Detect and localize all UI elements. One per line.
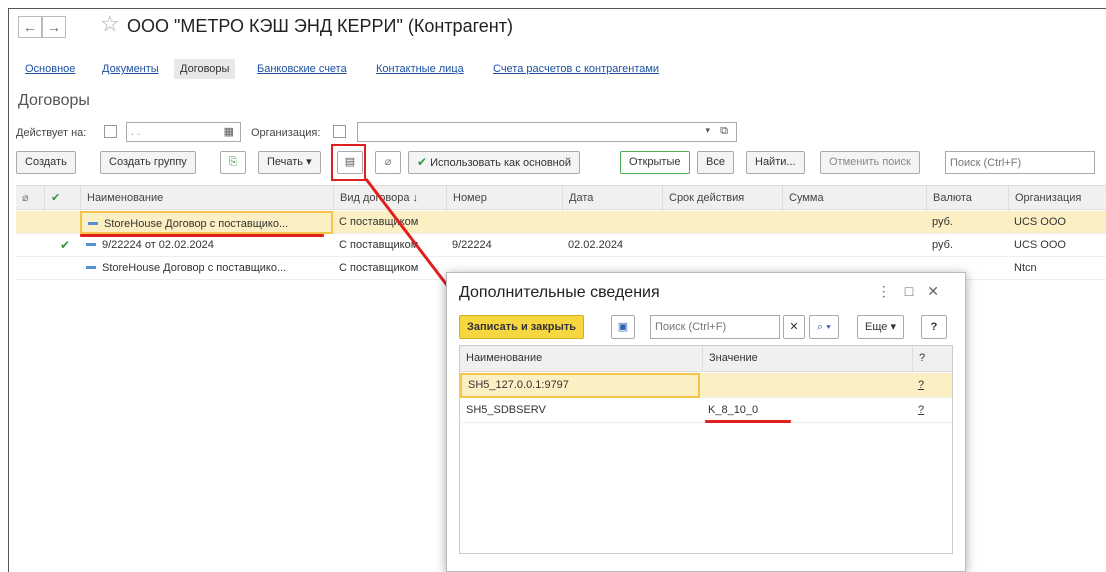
dialog-row-name: SH5_127.0.0.1:9797 xyxy=(460,373,700,398)
dialog-table-header: Наименование Значение ? xyxy=(460,346,952,372)
dialog-row[interactable]: SH5_127.0.0.1:9797 ? xyxy=(460,373,952,398)
col-organization[interactable]: Организация xyxy=(1008,186,1106,211)
dropdown-icon[interactable]: ▾ xyxy=(705,125,710,136)
create-button[interactable]: Создать xyxy=(16,151,76,174)
dialog-menu-icon[interactable]: ⋮ xyxy=(877,283,905,299)
help-button[interactable]: ? xyxy=(921,315,947,339)
dialog-row-help-link[interactable]: ? xyxy=(912,398,954,423)
row-name: 9/22224 от 02.02.2024 xyxy=(80,234,333,257)
dialog-table: Наименование Значение ? SH5_127.0.0.1:97… xyxy=(459,345,953,554)
open-filter-button[interactable]: Открытые xyxy=(620,151,690,174)
tab-bank-accounts[interactable]: Банковские счета xyxy=(257,63,347,75)
all-filter-button[interactable]: Все xyxy=(697,151,734,174)
dialog-row-help-link[interactable]: ? xyxy=(912,373,954,398)
main-check-icon: ✔ xyxy=(60,238,71,252)
contract-icon xyxy=(86,265,96,269)
col-date[interactable]: Дата xyxy=(562,186,662,211)
tab-contacts[interactable]: Контактные лица xyxy=(376,63,464,75)
row-name: StoreHouse Договор с поставщико... xyxy=(80,257,333,280)
annotation-underline xyxy=(80,234,324,237)
row-org: UCS ООО xyxy=(1014,216,1066,228)
tab-contracts[interactable]: Договоры xyxy=(174,59,236,79)
search-input[interactable] xyxy=(945,151,1095,174)
print-label: Печать xyxy=(267,156,304,168)
open-icon[interactable]: ⧉ xyxy=(720,125,728,138)
favorite-star-icon[interactable]: ☆ xyxy=(100,13,120,35)
find-button[interactable]: Найти... xyxy=(746,151,805,174)
row-name-text: StoreHouse Договор с поставщико... xyxy=(102,262,287,274)
dialog-col-value[interactable]: Значение xyxy=(702,346,912,371)
search-icon[interactable]: ⌕ ▾ xyxy=(809,315,839,339)
clear-search-icon[interactable]: ✕ xyxy=(783,315,805,339)
back-button[interactable]: ← xyxy=(18,16,42,38)
dialog-col-q: ? xyxy=(912,346,954,371)
row-currency: руб. xyxy=(932,239,953,251)
col-term[interactable]: Срок действия xyxy=(662,186,782,211)
annotation-underline-value xyxy=(705,420,791,423)
active-on-checkbox[interactable] xyxy=(104,125,117,138)
save-icon[interactable]: ▣ xyxy=(611,315,635,339)
calendar-icon[interactable]: ▦ xyxy=(224,125,234,138)
table-row[interactable]: StoreHouse Договор с поставщико... С пос… xyxy=(16,211,1106,234)
dialog-row-name: SH5_SDBSERV xyxy=(466,404,546,416)
row-name-text: 9/22224 от 02.02.2024 xyxy=(102,239,214,251)
more-button[interactable]: Еще ▾ xyxy=(857,315,904,339)
additional-info-dialog: Дополнительные сведения ⋮□✕ Записать и з… xyxy=(446,272,966,572)
row-currency: руб. xyxy=(932,216,953,228)
organization-field[interactable]: ▾ ⧉ xyxy=(357,122,737,142)
row-org: UCS ООО xyxy=(1014,239,1066,251)
dialog-title: Дополнительные сведения xyxy=(459,284,660,301)
date-field[interactable]: . . ▦ xyxy=(126,122,241,142)
maximize-icon[interactable]: □ xyxy=(905,283,927,299)
dialog-row-value[interactable] xyxy=(702,373,912,398)
attachment-icon[interactable]: ⌀ xyxy=(375,151,401,174)
more-label: Еще xyxy=(865,321,888,333)
row-org: Ntcn xyxy=(1014,262,1037,274)
tab-documents[interactable]: Документы xyxy=(102,63,159,75)
section-title: Договоры xyxy=(18,92,90,109)
row-name-text: StoreHouse Договор с поставщико... xyxy=(104,218,289,230)
date-placeholder: . . xyxy=(131,126,141,138)
create-group-button[interactable]: Создать группу xyxy=(100,151,196,174)
table-row[interactable]: ✔ 9/22224 от 02.02.2024 С поставщиком 9/… xyxy=(16,234,1106,257)
col-currency[interactable]: Валюта xyxy=(926,186,1008,211)
check-icon: ✔ xyxy=(417,155,428,169)
use-as-main-label: Использовать как основной xyxy=(430,157,572,169)
row-date: 02.02.2024 xyxy=(568,239,624,251)
dialog-window-controls: ⋮□✕ xyxy=(877,283,953,300)
tab-settlement-accounts[interactable]: Счета расчетов с контрагентами xyxy=(493,63,659,75)
close-icon[interactable]: ✕ xyxy=(927,283,953,299)
dialog-search-input[interactable] xyxy=(650,315,780,339)
copy-icon[interactable]: ⎘ xyxy=(220,151,246,174)
page-title: ООО "МЕТРО КЭШ ЭНД КЕРРИ" (Контрагент) xyxy=(127,16,513,36)
main-col-check-icon: ✔ xyxy=(44,186,80,211)
attachment-col-icon: ⌀ xyxy=(22,192,29,204)
organization-checkbox[interactable] xyxy=(333,125,346,138)
dialog-col-name[interactable]: Наименование xyxy=(460,346,702,371)
save-close-button[interactable]: Записать и закрыть xyxy=(459,315,585,339)
active-on-label: Действует на: xyxy=(16,127,87,139)
use-as-main-button[interactable]: ✔ Использовать как основной xyxy=(408,151,581,174)
tab-main[interactable]: Основное xyxy=(25,63,75,75)
cancel-search-button[interactable]: Отменить поиск xyxy=(820,151,920,174)
contract-icon xyxy=(86,242,96,246)
table-header: ⌀ ✔ Наименование Вид договора ↓ Номер Да… xyxy=(16,185,1106,211)
organization-label: Организация: xyxy=(251,127,321,139)
forward-button[interactable]: → xyxy=(42,16,66,38)
col-sum[interactable]: Сумма xyxy=(782,186,926,211)
contract-icon xyxy=(88,221,98,225)
print-button[interactable]: Печать ▾ xyxy=(258,151,321,174)
row-name: StoreHouse Договор с поставщико... xyxy=(80,211,333,234)
col-name[interactable]: Наименование xyxy=(80,186,333,211)
